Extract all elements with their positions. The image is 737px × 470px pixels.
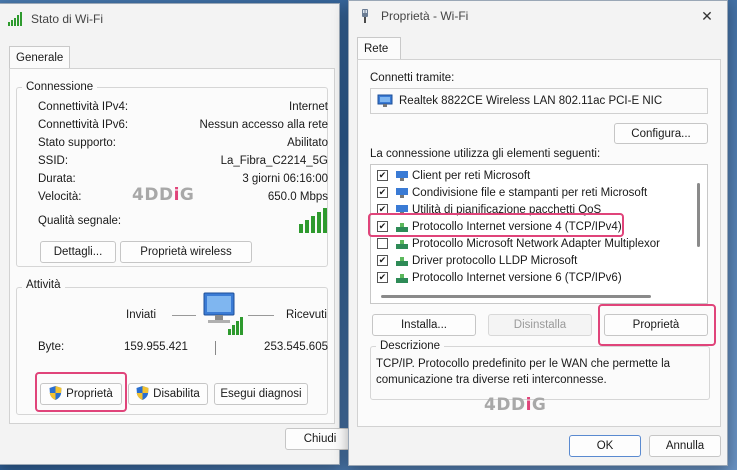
ipv4-value: Internet bbox=[289, 101, 328, 113]
activity-divider bbox=[215, 341, 216, 355]
close-icon[interactable]: ✕ bbox=[687, 1, 727, 31]
adapter-field: Realtek 8822CE Wireless LAN 802.11ac PCI… bbox=[370, 88, 708, 114]
install-button[interactable]: Installa... bbox=[372, 314, 476, 336]
status-panel: Connessione Connettività IPv4: Internet … bbox=[9, 68, 335, 424]
wireless-properties-button[interactable]: Proprietà wireless bbox=[120, 241, 252, 263]
watermark-logo: 4DDiG bbox=[484, 395, 547, 415]
ssid-label: SSID: bbox=[38, 155, 69, 167]
tab-rete[interactable]: Rete bbox=[357, 37, 401, 59]
description-text-2: comunicazione tra diverse reti interconn… bbox=[376, 374, 607, 386]
connection-group-title: Connessione bbox=[22, 81, 98, 93]
connect-using-label: Connetti tramite: bbox=[370, 72, 455, 84]
uninstall-button[interactable]: Disinstalla bbox=[488, 314, 592, 336]
network-panel: Connetti tramite: Realtek 8822CE Wireles… bbox=[357, 59, 721, 427]
checkbox[interactable]: ✔ bbox=[377, 187, 388, 198]
checkbox[interactable]: ✔ bbox=[377, 170, 388, 181]
activity-group-title: Attività bbox=[22, 279, 65, 291]
status-window-titlebar[interactable]: Stato di Wi-Fi bbox=[0, 4, 339, 34]
adapter-name: Realtek 8822CE Wireless LAN 802.11ac PCI… bbox=[399, 95, 663, 107]
close-button[interactable]: Chiudi bbox=[285, 428, 355, 450]
list-item[interactable]: ✔ Protocollo Internet versione 6 (TCP/IP… bbox=[377, 269, 622, 286]
ipv6-label: Connettività IPv6: bbox=[38, 119, 129, 131]
checkbox[interactable]: ✔ bbox=[377, 255, 388, 266]
status-window-title: Stato di Wi-Fi bbox=[31, 12, 104, 26]
bytes-received-value: 253.545.605 bbox=[264, 341, 328, 353]
watermark-logo: 4DDiG bbox=[132, 185, 195, 205]
description-text-1: TCP/IP. Protocollo predefinito per le WA… bbox=[376, 358, 671, 370]
activity-right-line bbox=[248, 315, 274, 316]
bytes-label: Byte: bbox=[38, 341, 65, 353]
tab-generale[interactable]: Generale bbox=[9, 46, 71, 68]
network-plug-icon bbox=[357, 8, 373, 24]
properties-window-title: Proprietà - Wi-Fi bbox=[381, 9, 469, 23]
speed-label: Velocità: bbox=[38, 191, 82, 203]
ipv6-value: Nessun accesso alla rete bbox=[199, 119, 328, 131]
signal-bars-icon bbox=[7, 11, 23, 27]
duration-label: Durata: bbox=[38, 173, 76, 185]
bytes-sent-value: 159.955.421 bbox=[124, 341, 188, 353]
ok-button[interactable]: OK bbox=[569, 435, 641, 457]
media-state-label: Stato supporto: bbox=[38, 137, 116, 149]
item-properties-highlight bbox=[598, 304, 716, 346]
details-button[interactable]: Dettagli... bbox=[40, 241, 116, 263]
protocol-icon bbox=[395, 272, 409, 284]
duration-value: 3 giorni 06:16:00 bbox=[242, 173, 328, 185]
speed-value: 650.0 Mbps bbox=[267, 191, 328, 203]
properties-button-highlight bbox=[35, 372, 127, 412]
list-item[interactable]: ✔ Driver protocollo LLDP Microsoft bbox=[377, 252, 577, 269]
shield-icon bbox=[136, 385, 149, 403]
items-label: La connessione utilizza gli elementi seg… bbox=[370, 148, 601, 160]
properties-window-titlebar[interactable]: Proprietà - Wi-Fi ✕ bbox=[349, 1, 727, 31]
cancel-button[interactable]: Annulla bbox=[649, 435, 721, 457]
signal-quality-icon bbox=[298, 207, 332, 236]
network-client-icon bbox=[395, 170, 409, 182]
description-group bbox=[370, 346, 710, 400]
list-item[interactable]: ✔ Condivisione file e stampanti per reti… bbox=[377, 184, 647, 201]
checkbox[interactable] bbox=[377, 238, 388, 249]
properties-window: Proprietà - Wi-Fi ✕ Rete Connetti tramit… bbox=[348, 0, 728, 466]
horizontal-scrollbar[interactable] bbox=[381, 295, 651, 298]
checkbox[interactable]: ✔ bbox=[377, 272, 388, 283]
description-group-title: Descrizione bbox=[376, 340, 445, 352]
media-state-value: Abilitato bbox=[287, 137, 328, 149]
file-sharing-icon bbox=[395, 187, 409, 199]
list-item[interactable]: Protocollo Microsoft Network Adapter Mul… bbox=[377, 235, 660, 252]
status-window: Stato di Wi-Fi Generale Connessione Conn… bbox=[0, 3, 355, 465]
signal-quality-label: Qualità segnale: bbox=[38, 215, 122, 227]
diagnose-button[interactable]: Esegui diagnosi bbox=[214, 383, 308, 405]
activity-left-line bbox=[172, 315, 196, 316]
received-label: Ricevuti bbox=[286, 309, 327, 321]
vertical-scrollbar[interactable] bbox=[697, 183, 700, 247]
protocol-icon bbox=[395, 255, 409, 267]
ssid-value: La_Fibra_C2214_5G bbox=[220, 155, 328, 167]
network-adapter-icon bbox=[377, 94, 393, 111]
ipv4-label: Connettività IPv4: bbox=[38, 101, 129, 113]
list-item[interactable]: ✔ Client per reti Microsoft bbox=[377, 167, 530, 184]
ipv4-item-highlight bbox=[368, 213, 624, 237]
network-computer-icon bbox=[196, 291, 246, 342]
configure-button[interactable]: Configura... bbox=[614, 123, 708, 144]
sent-label: Inviati bbox=[126, 309, 157, 321]
protocol-icon bbox=[395, 238, 409, 250]
disable-button[interactable]: Disabilita bbox=[128, 383, 208, 405]
